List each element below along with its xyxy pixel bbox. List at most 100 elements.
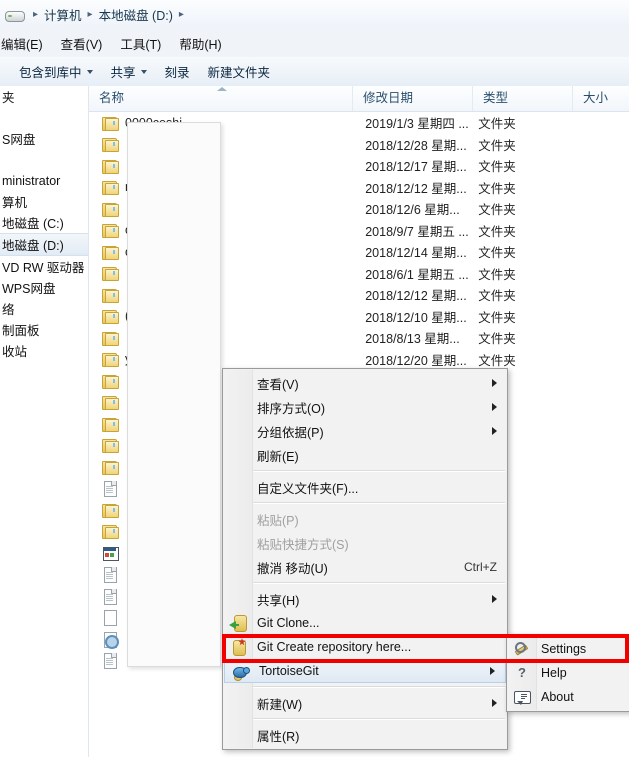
- context-menu-item-label: 粘贴(P): [257, 513, 299, 528]
- sidebar-item-8[interactable]: VD RW 驱动器 (: [0, 256, 88, 277]
- submenu-arrow-icon: [492, 427, 497, 435]
- chevron-down-icon: [140, 69, 147, 74]
- folder-icon: [102, 437, 119, 454]
- sidebar-item-label: 地磁盘 (C:): [2, 217, 64, 231]
- menu-view[interactable]: 查看(V): [54, 31, 110, 56]
- file-date-modified: 2018/12/17 星期...: [365, 160, 467, 175]
- context-menu-separator: [253, 718, 505, 720]
- help-icon: ?: [518, 665, 526, 680]
- sidebar-item-label: 算机: [2, 196, 28, 210]
- context-menu-item-r[interactable]: 属性(R): [223, 723, 507, 747]
- file-date-modified: 2018/12/28 星期...: [365, 138, 467, 153]
- context-menu-item-label: 自定义文件夹(F)...: [257, 481, 359, 496]
- menu-help[interactable]: 帮助(H): [172, 31, 228, 56]
- submenu-item-about[interactable]: About: [507, 685, 629, 709]
- folder-icon: [102, 394, 119, 411]
- toolbar-share[interactable]: 共享: [102, 58, 156, 85]
- sidebar-item-9[interactable]: WPS网盘: [0, 277, 88, 298]
- toolbar-include-in-library-label: 包含到库中: [19, 66, 82, 80]
- folder-icon: [102, 287, 119, 303]
- column-header-type[interactable]: 类型: [472, 86, 572, 111]
- sidebar-item-4[interactable]: ministrator: [0, 170, 88, 191]
- column-header-size[interactable]: 大小: [572, 86, 629, 111]
- context-menu-item-label: 分组依据(P): [257, 425, 324, 440]
- context-menu-item-tortoisegit[interactable]: TortoiseGit: [224, 659, 506, 683]
- file-date-modified: 2018/12/10 星期...: [365, 310, 467, 325]
- breadcrumb-item-computer[interactable]: 计算机: [44, 5, 82, 24]
- sidebar-item-11[interactable]: 制面板: [0, 319, 88, 340]
- sidebar-item-label: VD RW 驱动器 (: [2, 261, 89, 275]
- sidebar-item-2[interactable]: S网盘: [0, 128, 88, 149]
- toolbar-include-in-library[interactable]: 包含到库中: [10, 58, 102, 85]
- submenu-item-settings[interactable]: Settings: [507, 637, 629, 661]
- context-menu-item-git-create-repository-here[interactable]: Git Create repository here...: [223, 635, 507, 659]
- context-menu-item-f[interactable]: 自定义文件夹(F)...: [223, 475, 507, 499]
- git-create-repo-icon: [229, 638, 247, 656]
- context-menu-item-w[interactable]: 新建(W): [223, 691, 507, 715]
- context-menu-item-label: 撤消 移动(U): [257, 561, 328, 576]
- sidebar-item-12[interactable]: 收站: [0, 340, 88, 361]
- folder-icon: [102, 416, 119, 432]
- folder-icon: [102, 523, 119, 540]
- file-type: 文件夹: [478, 138, 516, 153]
- submenu-item-label: Help: [541, 666, 567, 680]
- menu-edit[interactable]: 编辑(E): [0, 31, 50, 56]
- folder-icon: [102, 502, 119, 518]
- folder-icon: [102, 179, 119, 196]
- sidebar-item-0[interactable]: 夹: [0, 86, 88, 107]
- tortoisegit-icon: [231, 663, 250, 681]
- folder-icon: [102, 265, 119, 282]
- sidebar-item-label: WPS网盘: [2, 282, 56, 296]
- breadcrumb-separator-2[interactable]: ▸: [173, 9, 190, 20]
- file-date-modified: 2018/12/12 星期...: [365, 289, 467, 304]
- command-toolbar: 包含到库中 共享 刻录 新建文件夹: [0, 57, 629, 87]
- context-menu-separator: [253, 502, 505, 504]
- column-header-name[interactable]: 名称: [89, 86, 352, 111]
- gear-icon: [102, 631, 119, 649]
- context-menu-item-p[interactable]: 分组依据(P): [223, 419, 507, 443]
- address-bar[interactable]: ▸ 计算机 ▸ 本地磁盘 (D:) ▸: [0, 0, 629, 30]
- context-menu-item-u[interactable]: 撤消 移动(U) Ctrl+Z: [223, 555, 507, 579]
- document-icon: [102, 480, 118, 498]
- context-menu-item-e[interactable]: 刷新(E): [223, 443, 507, 467]
- name-column-overlay-box: [127, 122, 221, 667]
- document-icon: [102, 566, 118, 584]
- context-menu-item-v[interactable]: 查看(V): [223, 371, 507, 395]
- folder-icon: [102, 115, 119, 131]
- submenu-arrow-icon: [492, 403, 497, 411]
- file-type: 文件夹: [478, 246, 516, 261]
- sidebar-item-1[interactable]: [0, 107, 88, 128]
- sidebar-item-label: 夹: [2, 91, 15, 105]
- column-header-row: 名称 修改日期 类型 大小: [89, 86, 629, 112]
- folder-icon: [102, 136, 119, 153]
- submenu-arrow-icon: [492, 699, 497, 707]
- sidebar-item-3[interactable]: [0, 149, 88, 170]
- file-date-modified: 2018/6/1 星期五 ...: [365, 267, 469, 282]
- sidebar-item-5[interactable]: 算机: [0, 191, 88, 212]
- submenu-item-help[interactable]: ? Help: [507, 661, 629, 685]
- sidebar-item-label: S网盘: [2, 133, 36, 147]
- sidebar-item-7[interactable]: 地磁盘 (D:): [0, 233, 88, 256]
- file-type: 文件夹: [478, 203, 516, 218]
- menu-tools[interactable]: 工具(T): [113, 31, 168, 56]
- sidebar-item-label: ministrator: [2, 173, 61, 188]
- column-header-date-modified[interactable]: 修改日期: [352, 86, 472, 111]
- sidebar-item-6[interactable]: 地磁盘 (C:): [0, 212, 88, 233]
- drive-icon: [5, 8, 25, 22]
- breadcrumb-item-local-disk-d[interactable]: 本地磁盘 (D:): [99, 5, 173, 24]
- sidebar-item-10[interactable]: 络: [0, 298, 88, 319]
- toolbar-burn[interactable]: 刻录: [156, 58, 199, 85]
- context-menu-item-git-clone[interactable]: Git Clone...: [223, 611, 507, 635]
- context-menu-item-o[interactable]: 排序方式(O): [223, 395, 507, 419]
- document-icon: [102, 588, 118, 605]
- folder-icon: [102, 244, 119, 260]
- sidebar-item-label: 络: [2, 303, 15, 317]
- context-menu-separator: [253, 582, 505, 584]
- toolbar-new-folder[interactable]: 新建文件夹: [199, 58, 280, 85]
- context-menu-item-h[interactable]: 共享(H): [223, 587, 507, 611]
- file-type: 文件夹: [478, 224, 516, 239]
- file-date-modified: 2018/12/14 星期...: [365, 246, 467, 261]
- submenu-item-label: Settings: [541, 642, 587, 656]
- context-menu-item-label: 新建(W): [257, 697, 303, 712]
- submenu-arrow-icon: [492, 595, 497, 603]
